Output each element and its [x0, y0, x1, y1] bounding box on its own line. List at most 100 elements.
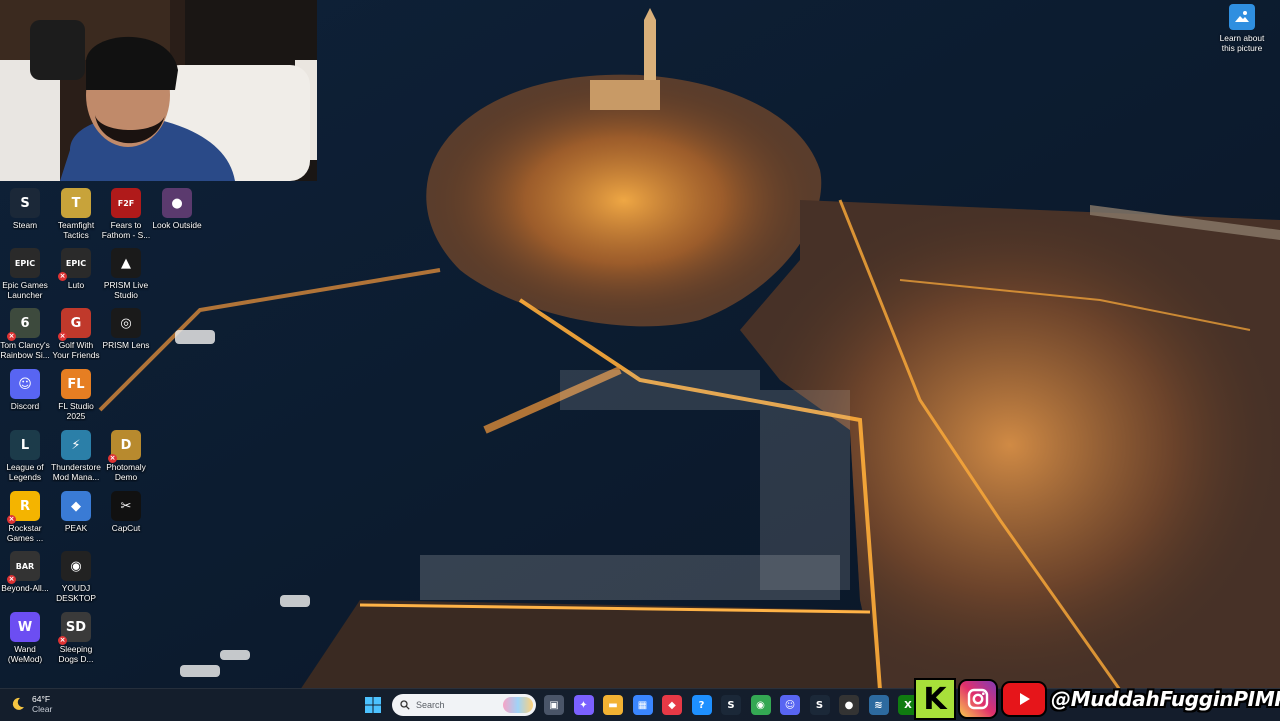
desktop-icon-label: PRISM Live Studio	[103, 280, 149, 300]
microsoft-store-icon[interactable]: ▦	[632, 695, 653, 715]
desktop-icon-fears-to-fathom[interactable]: F2F Fears to Fathom - S...	[101, 188, 151, 240]
league-of-legends-icon: L	[10, 430, 40, 460]
start-button[interactable]	[364, 696, 382, 714]
help-icon[interactable]: ?	[691, 695, 712, 715]
desktop-icon-golf[interactable]: G × Golf With Your Friends	[51, 308, 101, 360]
desktop-icon-wemod[interactable]: W Wand (WeMod)	[0, 612, 50, 664]
desktop-icon-capcut[interactable]: ✂ CapCut	[101, 491, 151, 533]
taskbar-search-box[interactable]: Search	[392, 694, 536, 716]
desktop-icon-prism-live[interactable]: ▲ PRISM Live Studio	[101, 248, 151, 300]
desktop-icon-luto[interactable]: EPIC × Luto	[51, 248, 101, 290]
desktop-icon-label: Beyond-All...	[1, 583, 49, 593]
desktop-icon-label: PRISM Lens	[102, 340, 150, 350]
golf-icon: G ×	[58, 308, 91, 341]
steam-icon: S	[10, 188, 40, 218]
thunderstore-icon: ⚡	[61, 430, 91, 460]
look-outside-icon: ●	[162, 188, 192, 218]
photomaly-icon: D ×	[108, 430, 141, 463]
kick-icon: K	[914, 678, 956, 720]
wemod-icon: W	[10, 612, 40, 642]
desktop-icon-league-of-legends[interactable]: L League of Legends	[0, 430, 50, 482]
steam-taskbar-icon[interactable]: S	[721, 695, 741, 715]
update-badge-icon: ×	[108, 454, 117, 463]
desktop-icon-thunderstore[interactable]: ⚡ Thunderstore Mod Mana...	[51, 430, 101, 482]
desktop-icon-beyond-all-reason[interactable]: BAR × Beyond-All...	[0, 551, 50, 593]
desktop-icon-discord[interactable]: ☺ Discord	[0, 369, 50, 411]
desktop-icon-youdj[interactable]: ◉ YOUDJ DESKTOP	[51, 551, 101, 603]
obs-icon[interactable]: ●	[839, 695, 859, 715]
desktop-icon-label: Golf With Your Friends	[52, 340, 100, 360]
desktop-icon-label: Thunderstore Mod Mana...	[51, 462, 101, 482]
desktop-icon-rockstar[interactable]: R × Rockstar Games ...	[0, 491, 50, 543]
update-badge-icon: ×	[7, 332, 16, 341]
update-badge-icon: ×	[58, 332, 67, 341]
youdj-icon: ◉	[61, 551, 91, 581]
desktop-icon-label: Epic Games Launcher	[2, 280, 48, 300]
update-badge-icon: ×	[7, 515, 16, 524]
desktop-icon-sleeping-dogs[interactable]: SD × Sleeping Dogs D...	[51, 612, 101, 664]
desktop-icon-label: Luto	[67, 280, 85, 290]
desktop-icon-label: Look Outside	[152, 220, 202, 230]
search-icon	[400, 700, 410, 710]
moon-icon	[12, 697, 24, 710]
learn-about-label: Learn about this picture	[1219, 33, 1265, 53]
weather-condition: Clear	[32, 704, 53, 714]
copilot-icon[interactable]: ✦	[573, 695, 594, 715]
discord-taskbar-icon[interactable]: ☺	[780, 695, 800, 715]
search-placeholder: Search	[416, 700, 445, 710]
prism-lens-icon: ◎	[111, 308, 141, 338]
fears-to-fathom-icon: F2F	[111, 188, 141, 218]
desktop-icon-label: Rockstar Games ...	[6, 523, 44, 543]
search-highlight-icon	[503, 697, 533, 713]
peak-icon: ◆	[61, 491, 91, 521]
desktop-icon-peak[interactable]: ◆ PEAK	[51, 491, 101, 533]
picture-info-icon	[1229, 4, 1255, 30]
desktop-icon-epic-games[interactable]: EPIC Epic Games Launcher	[0, 248, 50, 300]
instagram-icon	[958, 679, 998, 719]
desktop-icon-photomaly[interactable]: D × Photomaly Demo	[101, 430, 151, 482]
beyond-all-reason-icon: BAR ×	[7, 551, 40, 584]
weather-widget[interactable]: 64°F Clear	[10, 694, 52, 714]
update-badge-icon: ×	[58, 636, 67, 645]
desktop-icon-label: Wand (WeMod)	[7, 644, 43, 664]
desktop-icon-look-outside[interactable]: ● Look Outside	[152, 188, 202, 230]
capcut-icon: ✂	[111, 491, 141, 521]
desktop-icon-rainbow-six[interactable]: 6 × Tom Clancy's Rainbow Si...	[0, 308, 50, 360]
social-handle: @MuddahFugginPIMP	[1051, 687, 1280, 711]
desktop-icon-label: PEAK	[64, 523, 88, 533]
update-badge-icon: ×	[58, 272, 67, 281]
desktop-icon-label: Steam	[12, 220, 38, 230]
desktop-icon-label: League of Legends	[6, 462, 44, 482]
desktop-icon-label: Photomaly Demo	[106, 462, 146, 482]
desktop-icon-prism-lens[interactable]: ◎ PRISM Lens	[101, 308, 151, 350]
epic-games-icon: EPIC	[10, 248, 40, 278]
desktop-icon-label: Tom Clancy's Rainbow Si...	[0, 340, 50, 360]
desktop-icon-label: Fears to Fathom - S...	[101, 220, 151, 240]
weather-temperature: 64°F	[32, 694, 51, 704]
teamfight-tactics-icon: T	[61, 188, 91, 218]
social-media-banner: K @MuddahFugginPIMP	[914, 678, 1280, 720]
file-explorer-icon[interactable]: ▬	[603, 695, 623, 715]
update-badge-icon: ×	[7, 575, 16, 584]
sleeping-dogs-icon: SD ×	[58, 612, 91, 645]
desktop-icon-label: FL Studio 2025	[58, 401, 94, 421]
red-diamond-app-icon[interactable]: ◆	[662, 695, 682, 715]
chrome-icon[interactable]: ◉	[750, 695, 771, 715]
task-view-icon[interactable]: ▣	[544, 695, 564, 715]
desktop-icon-steam[interactable]: S Steam	[0, 188, 50, 230]
prism-live-icon: ▲	[111, 248, 141, 278]
desktop-icon-fl-studio[interactable]: FL FL Studio 2025	[51, 369, 101, 421]
fl-studio-icon: FL	[61, 369, 91, 399]
desktop-icon-label: Discord	[10, 401, 40, 411]
learn-about-picture-button[interactable]: Learn about this picture	[1212, 4, 1272, 53]
steam-taskbar-icon-2[interactable]: S	[809, 695, 830, 715]
audio-mixer-icon[interactable]: ≋	[868, 695, 889, 715]
desktop-icon-label: CapCut	[111, 523, 141, 533]
desktop-icon-teamfight-tactics[interactable]: T Teamfight Tactics	[51, 188, 101, 240]
desktop-icon-label: YOUDJ DESKTOP	[56, 583, 96, 603]
youtube-icon	[1001, 681, 1047, 717]
rockstar-icon: R ×	[7, 491, 40, 524]
rainbow-six-icon: 6 ×	[7, 308, 40, 341]
discord-icon: ☺	[10, 369, 40, 399]
luto-icon: EPIC ×	[58, 248, 91, 281]
